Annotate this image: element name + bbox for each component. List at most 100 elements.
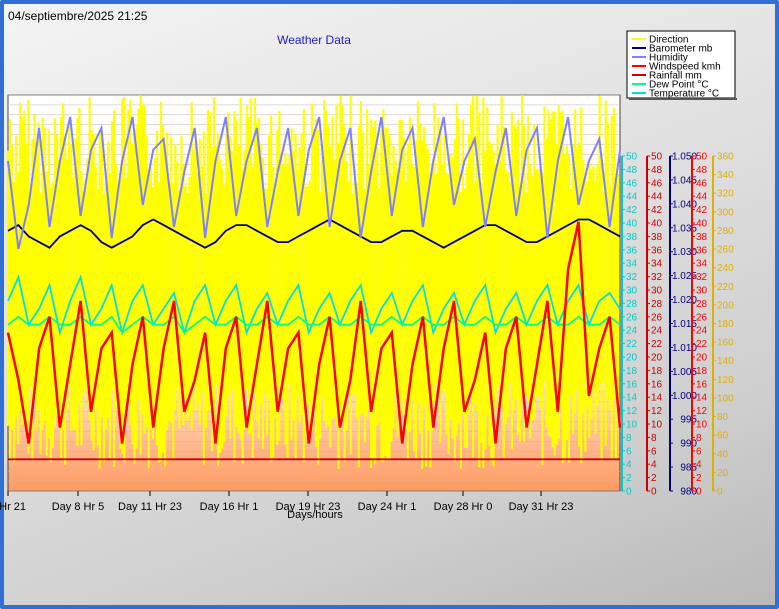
x-tick-label: Day 31 Hr 23 (509, 501, 574, 513)
y-tick-label: 180 (717, 319, 734, 330)
y-tick-label: 2 (626, 473, 632, 484)
y-tick-label: 4 (626, 460, 632, 471)
y-tick-label: 46 (626, 178, 638, 189)
y-tick-label: 24 (626, 326, 638, 337)
y-tick-label: 32 (696, 272, 708, 283)
x-tick-label: Day 16 Hr 1 (200, 501, 259, 513)
y-tick-label: 360 (717, 152, 734, 163)
y-tick-label: 22 (626, 339, 638, 350)
y-tick-label: 34 (651, 259, 663, 270)
legend: DirectionBarometer mbHumidityWindspeed k… (626, 30, 737, 100)
y-tick-label: 26 (626, 312, 638, 323)
y-tick-label: 8 (626, 433, 632, 444)
y-tick-label: 42 (651, 205, 663, 216)
x-tick-label: 4 Hr 21 (0, 501, 26, 513)
y-tick-label: 0 (626, 487, 632, 498)
y-tick-label: 30 (626, 286, 638, 297)
y-tick-label: 6 (696, 446, 702, 457)
y-tick-label: 2 (696, 473, 702, 484)
y-tick-label: 42 (626, 205, 638, 216)
x-tick-label: Day 8 Hr 5 (52, 501, 105, 513)
y-tick-label: 20 (626, 353, 638, 364)
y-tick-label: 44 (626, 192, 638, 203)
y-tick-label: 6 (626, 446, 632, 457)
y-tick-label: 38 (651, 232, 663, 243)
y-tick-label: 8 (651, 433, 657, 444)
y-tick-label: 38 (696, 232, 708, 243)
y-tick-label: 28 (696, 299, 708, 310)
y-tick-label: 10 (651, 420, 663, 431)
y-tick-label: 20 (717, 468, 729, 479)
y-tick-label: 16 (696, 379, 708, 390)
y-tick-label: 14 (696, 393, 708, 404)
y-tick-label: 260 (717, 245, 734, 256)
y-tick-label: 40 (626, 219, 638, 230)
y-tick-label: 38 (626, 232, 638, 243)
y-tick-label: 2 (651, 473, 657, 484)
y-tick-label: 18 (696, 366, 708, 377)
y-tick-label: 1.035 (672, 223, 697, 234)
y-tick-label: 1.005 (672, 367, 697, 378)
y-tick-label: 300 (717, 207, 734, 218)
y-tick-label: 1.000 (672, 391, 697, 402)
y-tick-label: 20 (651, 353, 663, 364)
y-tick-label: 18 (626, 366, 638, 377)
y-tick-label: 34 (696, 259, 708, 270)
y-tick-label: 0 (651, 487, 657, 498)
timestamp: 04/septiembre/2025 21:25 (8, 9, 148, 23)
y-tick-label: 1.015 (672, 319, 697, 330)
y-tick-label: 44 (651, 192, 663, 203)
y-tick-label: 990 (680, 439, 697, 450)
y-tick-label: 36 (696, 245, 708, 256)
y-tick-label: 32 (651, 272, 663, 283)
y-tick-label: 48 (626, 165, 638, 176)
y-tick-label: 160 (717, 338, 734, 349)
y-tick-label: 12 (696, 406, 708, 417)
y-tick-label: 24 (696, 326, 708, 337)
y-tick-label: 0 (717, 487, 723, 498)
y-tick-label: 50 (696, 152, 708, 163)
y-tick-label: 60 (717, 431, 729, 442)
y-tick-label: 18 (651, 366, 663, 377)
y-tick-label: 200 (717, 300, 734, 311)
y-tick-label: 50 (626, 152, 638, 163)
y-tick-label: 16 (626, 379, 638, 390)
y-tick-label: 1.030 (672, 247, 697, 258)
y-tick-label: 280 (717, 226, 734, 237)
y-tick-label: 4 (696, 460, 702, 471)
y-tick-label: 46 (696, 178, 708, 189)
y-tick-label: 1.010 (672, 343, 697, 354)
y-tick-label: 48 (696, 165, 708, 176)
y-tick-label: 50 (651, 152, 663, 163)
y-tick-label: 30 (696, 286, 708, 297)
y-tick-label: 4 (651, 460, 657, 471)
y-tick-label: 120 (717, 375, 734, 386)
y-tick-label: 0 (696, 487, 702, 498)
y-tick-label: 26 (696, 312, 708, 323)
y-tick-label: 28 (626, 299, 638, 310)
y-tick-label: 22 (696, 339, 708, 350)
y-tick-label: 36 (626, 245, 638, 256)
y-tick-label: 42 (696, 205, 708, 216)
y-tick-label: 8 (696, 433, 702, 444)
y-tick-label: 32 (626, 272, 638, 283)
y-tick-label: 26 (651, 312, 663, 323)
y-tick-label: 12 (651, 406, 663, 417)
y-tick-label: 320 (717, 189, 734, 200)
y-tick-label: 40 (651, 219, 663, 230)
y-tick-label: 28 (651, 299, 663, 310)
y-tick-label: 48 (651, 165, 663, 176)
y-tick-label: 1.040 (672, 199, 697, 210)
y-tick-label: 22 (651, 339, 663, 350)
y-tick-label: 36 (651, 245, 663, 256)
y-tick-label: 10 (696, 420, 708, 431)
y-tick-label: 80 (717, 412, 729, 423)
y-tick-label: 40 (717, 449, 729, 460)
y-tick-label: 6 (651, 446, 657, 457)
y-tick-label: 220 (717, 282, 734, 293)
y-tick-label: 20 (696, 353, 708, 364)
y-tick-label: 14 (651, 393, 663, 404)
y-tick-label: 1.020 (672, 295, 697, 306)
y-tick-label: 100 (717, 393, 734, 404)
y-tick-label: 16 (651, 379, 663, 390)
